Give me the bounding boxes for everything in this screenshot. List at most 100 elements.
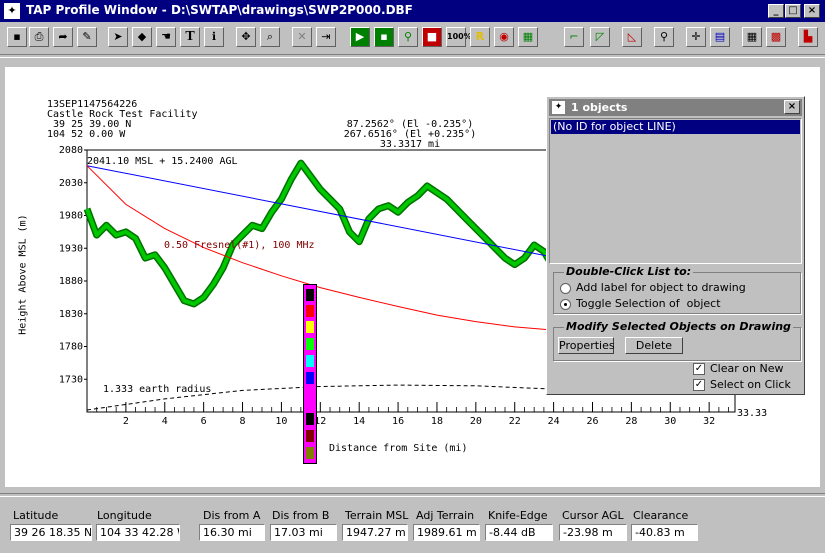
legend-swatch-black-2 (306, 413, 314, 425)
cursor-agl-field[interactable]: -23.98 m (559, 524, 627, 541)
legend-swatch-cyan (306, 355, 314, 367)
select-on-click-checkbox[interactable]: ✓ (693, 379, 705, 391)
title-bar: ✦ TAP Profile Window - D:\SWTAP\drawings… (0, 0, 825, 22)
dis-from-a-label: Dis from A (203, 509, 261, 522)
x-tick-label-1: 4 (162, 416, 168, 427)
toggle-selection-radio[interactable] (560, 299, 571, 310)
grid-small-icon[interactable]: ▪ (374, 27, 394, 47)
save-icon[interactable]: ▪ (7, 27, 27, 47)
maximize-button[interactable]: □ (785, 4, 801, 18)
x-tick-label-3: 8 (240, 416, 246, 427)
objects-pane-title-bar: ✦ 1 objects × (549, 99, 802, 116)
latitude-field[interactable]: 39 26 18.35 N (10, 524, 92, 541)
fresnel-label: 0.50 Fresnel(#1), 100 MHz (164, 240, 315, 251)
radio-dot (564, 303, 567, 306)
x-tick-label-15: 32 (703, 416, 715, 427)
status-separator (0, 493, 825, 497)
x-tick-label-9: 20 (470, 416, 482, 427)
wand-icon[interactable]: ⚲ (398, 27, 418, 47)
x-tick-label-11: 24 (548, 416, 560, 427)
knife-edge-field[interactable]: -8.44 dB (485, 524, 553, 541)
pan-icon[interactable]: ✥ (236, 27, 256, 47)
x-tick-label-8: 18 (431, 416, 443, 427)
longitude-field[interactable]: 104 33 42.28 W (96, 524, 180, 541)
x-tick-label-7: 16 (392, 416, 404, 427)
longitude-label: Longitude (97, 509, 152, 522)
radius-icon[interactable]: R (470, 27, 490, 47)
y-tick-label-3: 1930 (59, 243, 83, 254)
path-distance: 33.3317 mi (379, 139, 441, 150)
properties-button[interactable]: Properties (558, 337, 615, 354)
double-click-group-label: Double-Click List to: (564, 265, 694, 278)
x-tick-label-14: 30 (664, 416, 676, 427)
legend-swatch-yellow (306, 321, 314, 333)
cursor-agl-label: Cursor AGL (562, 509, 624, 522)
toolbar: ▪ ⎙ ➦ ✎ ➤ ◆ ☚ T ℹ ✥ ⌕ ✕ ⇥ ▶ ▪ ⚲ ■ 100% R… (0, 23, 825, 53)
x-tick-label-2: 6 (201, 416, 207, 427)
measure-icon[interactable]: ⌕ (260, 27, 280, 47)
list-item[interactable]: (No ID for object LINE) (551, 120, 800, 134)
color-legend-strip[interactable] (303, 284, 317, 464)
earth-radius-label: 1.333 earth radius (103, 384, 212, 395)
grid-icon[interactable]: ▦ (742, 27, 762, 47)
terrain-icon[interactable]: ◸ (590, 27, 610, 47)
pointer-icon[interactable]: ➤ (108, 27, 128, 47)
zoom-100-icon[interactable]: 100% (446, 27, 472, 47)
legend-swatch-black (306, 289, 314, 301)
y-tick-label-2: 1980 (59, 211, 83, 222)
export-icon[interactable]: ➦ (53, 27, 73, 47)
run-icon[interactable]: ▶ (350, 27, 370, 47)
modify-group-label: Modify Selected Objects on Drawing (564, 320, 793, 333)
terrain-msl-label: Terrain MSL (345, 509, 409, 522)
chart-icon[interactable]: ▙ (798, 27, 818, 47)
objects-pane-close-button[interactable]: × (784, 100, 800, 114)
y-tick-label-5: 1830 (59, 309, 83, 320)
edit-icon[interactable]: ✎ (77, 27, 97, 47)
site-height-label: 2041.10 MSL + 15.2400 AGL (87, 156, 238, 167)
delete-icon[interactable]: ✕ (292, 27, 312, 47)
layers-icon[interactable]: ▤ (710, 27, 730, 47)
dis-from-b-field[interactable]: 17.03 mi (270, 524, 337, 541)
x-tick-label-13: 28 (625, 416, 637, 427)
site-longitude: 104 52 0.00 W (47, 129, 126, 140)
hand-icon[interactable]: ☚ (156, 27, 176, 47)
legend-swatch-olive (306, 447, 314, 459)
minimize-button[interactable]: _ (768, 4, 784, 18)
legend-swatch-green (306, 338, 314, 350)
stop-icon[interactable]: ■ (422, 27, 442, 47)
select-icon[interactable]: ◆ (132, 27, 152, 47)
add-label-option[interactable]: Add label for object to drawing (576, 281, 746, 294)
adj-terrain-field[interactable]: 1989.61 m (413, 524, 480, 541)
target-icon[interactable]: ◉ (494, 27, 514, 47)
color-grid-icon[interactable]: ▩ (766, 27, 786, 47)
text-tool-icon[interactable]: T (180, 27, 200, 47)
y-axis-title: Height Above MSL (m) (17, 214, 29, 335)
zoom-icon[interactable]: ⚲ (654, 27, 674, 47)
pane-app-icon[interactable]: ✦ (552, 101, 565, 114)
legend-swatch-maroon (306, 430, 314, 442)
info-icon[interactable]: ℹ (204, 27, 224, 47)
app-icon[interactable]: ✦ (4, 3, 20, 19)
modify-group: Modify Selected Objects on Drawing Prope… (553, 320, 801, 361)
print-icon[interactable]: ⎙ (29, 27, 49, 47)
clear-on-new-checkbox[interactable]: ✓ (693, 363, 705, 375)
add-label-radio[interactable] (560, 283, 571, 294)
delete-button[interactable]: Delete (625, 337, 683, 354)
insert-icon[interactable]: ⇥ (316, 27, 336, 47)
clear-on-new-label[interactable]: Clear on New (710, 362, 783, 375)
dis-from-a-field[interactable]: 16.30 mi (199, 524, 265, 541)
profile-line-icon[interactable]: ⌐ (564, 27, 584, 47)
close-button[interactable]: × (804, 4, 820, 18)
slope-icon[interactable]: ◺ (622, 27, 642, 47)
terrain-msl-field[interactable]: 1947.27 m (342, 524, 408, 541)
double-click-group: Double-Click List to: Add label for obje… (553, 265, 801, 314)
objects-list[interactable]: (No ID for object LINE) (549, 118, 802, 264)
x-tick-label-10: 22 (509, 416, 521, 427)
crosshair-icon[interactable]: ✛ (686, 27, 706, 47)
clearance-field[interactable]: -40.83 m (631, 524, 698, 541)
toggle-selection-option[interactable]: Toggle Selection of object (576, 297, 721, 310)
map-icon[interactable]: ▦ (518, 27, 538, 47)
select-on-click-label[interactable]: Select on Click (710, 378, 791, 391)
dis-from-b-label: Dis from B (272, 509, 330, 522)
x-tick-label-0: 2 (123, 416, 129, 427)
